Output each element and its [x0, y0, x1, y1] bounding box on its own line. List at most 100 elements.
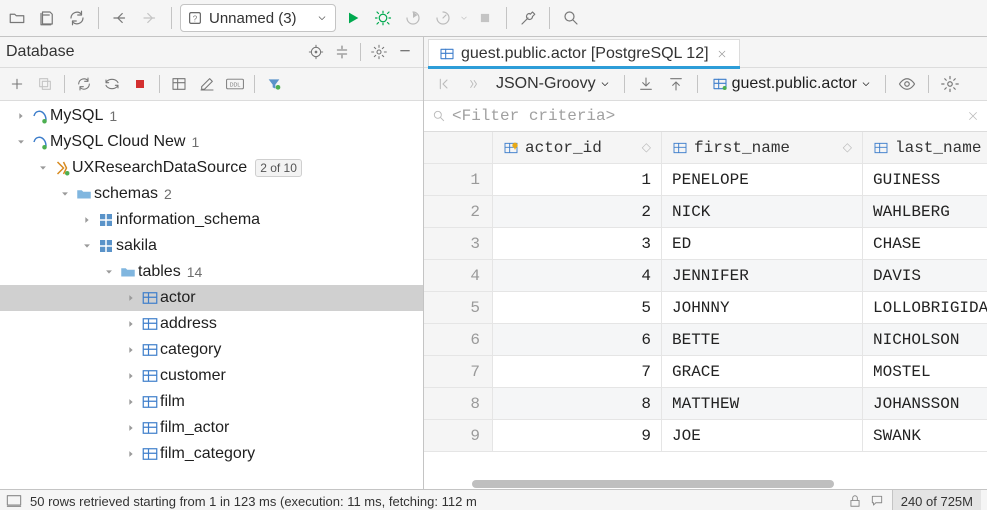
refresh-icon[interactable] — [64, 5, 90, 31]
sort-icon[interactable]: ◇ — [843, 140, 852, 155]
tree-item-address[interactable]: address — [0, 311, 423, 337]
table-icon[interactable] — [166, 71, 192, 97]
expand-arrow-icon[interactable] — [100, 267, 118, 277]
row-gutter[interactable]: 7 — [424, 356, 493, 388]
table-row[interactable]: 44JENNIFERDAVIS2 — [424, 260, 987, 292]
expand-arrow-icon[interactable] — [122, 319, 140, 329]
debug-icon[interactable] — [370, 5, 396, 31]
run-icon[interactable] — [340, 5, 366, 31]
table-row[interactable]: 33EDCHASE2 — [424, 228, 987, 260]
refresh-icon[interactable] — [71, 71, 97, 97]
tree-item-film[interactable]: film — [0, 389, 423, 415]
cell-last-name[interactable]: LOLLOBRIGIDA — [863, 292, 987, 324]
search-icon[interactable] — [558, 5, 584, 31]
cell-actor-id[interactable]: 3 — [493, 228, 662, 260]
tree-item-tables[interactable]: tables14 — [0, 259, 423, 285]
cell-last-name[interactable]: CHASE — [863, 228, 987, 260]
back-icon[interactable] — [107, 5, 133, 31]
result-grid[interactable]: actor_id◇first_name◇last_name◇11PENELOPE… — [424, 132, 987, 489]
run-config-dropdown[interactable]: ? Unnamed (3) — [180, 4, 336, 32]
sort-icon[interactable]: ◇ — [642, 140, 651, 155]
run-with-coverage-icon[interactable] — [400, 5, 426, 31]
tree-item-customer[interactable]: customer — [0, 363, 423, 389]
tree-item-mysql[interactable]: MySQL1 — [0, 103, 423, 129]
expand-arrow-icon[interactable] — [78, 215, 96, 225]
table-row[interactable]: 77GRACEMOSTEL2 — [424, 356, 987, 388]
database-tree[interactable]: MySQL1MySQL Cloud New1UXResearchDataSour… — [0, 101, 423, 489]
tree-item-film_actor[interactable]: film_actor — [0, 415, 423, 441]
table-row[interactable]: 66BETTENICHOLSON2 — [424, 324, 987, 356]
cell-last-name[interactable]: JOHANSSON — [863, 388, 987, 420]
row-gutter[interactable]: 9 — [424, 420, 493, 452]
table-row[interactable]: 22NICKWAHLBERG2 — [424, 196, 987, 228]
stop-icon[interactable] — [127, 71, 153, 97]
cell-actor-id[interactable]: 7 — [493, 356, 662, 388]
gear-icon[interactable] — [367, 40, 391, 64]
cell-actor-id[interactable]: 2 — [493, 196, 662, 228]
close-icon[interactable] — [967, 110, 979, 122]
tree-item-category[interactable]: category — [0, 337, 423, 363]
expand-arrow-icon[interactable] — [122, 293, 140, 303]
expand-arrow-icon[interactable] — [12, 111, 30, 121]
cell-actor-id[interactable]: 6 — [493, 324, 662, 356]
gear-icon[interactable] — [937, 71, 963, 97]
filter-row[interactable]: <Filter criteria> — [424, 101, 987, 132]
table-row[interactable]: 11PENELOPEGUINESS2 — [424, 164, 987, 196]
cell-actor-id[interactable]: 1 — [493, 164, 662, 196]
status-chat-icon[interactable] — [870, 494, 884, 508]
cell-last-name[interactable]: NICHOLSON — [863, 324, 987, 356]
cell-last-name[interactable]: SWANK — [863, 420, 987, 452]
cell-actor-id[interactable]: 8 — [493, 388, 662, 420]
column-header-first_name[interactable]: first_name◇ — [662, 132, 863, 164]
row-gutter[interactable]: 8 — [424, 388, 493, 420]
duplicate-icon[interactable] — [32, 71, 58, 97]
expand-arrow-icon[interactable] — [122, 371, 140, 381]
first-page-icon[interactable] — [430, 71, 456, 97]
cell-first-name[interactable]: NICK — [662, 196, 863, 228]
open-icon[interactable] — [4, 5, 30, 31]
target-icon[interactable] — [304, 40, 328, 64]
tree-item-film_category[interactable]: film_category — [0, 441, 423, 467]
eye-icon[interactable] — [894, 71, 920, 97]
sync-icon[interactable] — [99, 71, 125, 97]
chevron-down-icon[interactable] — [460, 12, 468, 24]
table-path-dropdown[interactable]: guest.public.actor — [706, 71, 877, 97]
cell-first-name[interactable]: JENNIFER — [662, 260, 863, 292]
cell-first-name[interactable]: BETTE — [662, 324, 863, 356]
ddl-icon[interactable]: DDL — [222, 71, 248, 97]
collapse-all-icon[interactable] — [330, 40, 354, 64]
row-gutter[interactable]: 6 — [424, 324, 493, 356]
cell-first-name[interactable]: PENELOPE — [662, 164, 863, 196]
tree-item-schemas[interactable]: schemas2 — [0, 181, 423, 207]
tree-item-uxresearchdatasource[interactable]: UXResearchDataSource2 of 10 — [0, 155, 423, 181]
cell-first-name[interactable]: MATTHEW — [662, 388, 863, 420]
expand-arrow-icon[interactable] — [122, 345, 140, 355]
row-gutter[interactable]: 2 — [424, 196, 493, 228]
cell-actor-id[interactable]: 5 — [493, 292, 662, 324]
cell-first-name[interactable]: GRACE — [662, 356, 863, 388]
stop-icon[interactable] — [472, 5, 498, 31]
extractor-dropdown[interactable]: JSON-Groovy — [490, 71, 616, 97]
cell-first-name[interactable]: JOHNNY — [662, 292, 863, 324]
row-gutter[interactable]: 3 — [424, 228, 493, 260]
expand-arrow-icon[interactable] — [122, 423, 140, 433]
tree-item-mysql-cloud-new[interactable]: MySQL Cloud New1 — [0, 129, 423, 155]
tab-actor[interactable]: guest.public.actor [PostgreSQL 12] — [428, 39, 740, 68]
wrench-icon[interactable] — [515, 5, 541, 31]
expand-arrow-icon[interactable] — [34, 163, 52, 173]
import-icon[interactable] — [663, 71, 689, 97]
export-icon[interactable] — [633, 71, 659, 97]
tree-item-sakila[interactable]: sakila — [0, 233, 423, 259]
table-row[interactable]: 55JOHNNYLOLLOBRIGIDA2 — [424, 292, 987, 324]
table-row[interactable]: 88MATTHEWJOHANSSON2 — [424, 388, 987, 420]
expand-arrow-icon[interactable] — [122, 397, 140, 407]
table-row[interactable]: 99JOESWANK2 — [424, 420, 987, 452]
filter-icon[interactable] — [261, 71, 287, 97]
expand-arrow-icon[interactable] — [56, 189, 74, 199]
status-lock-icon[interactable] — [848, 494, 862, 508]
cell-last-name[interactable]: GUINESS — [863, 164, 987, 196]
profile-icon[interactable] — [430, 5, 456, 31]
tree-item-information_schema[interactable]: information_schema — [0, 207, 423, 233]
horizontal-scrollbar[interactable] — [470, 479, 987, 489]
save-all-icon[interactable] — [34, 5, 60, 31]
